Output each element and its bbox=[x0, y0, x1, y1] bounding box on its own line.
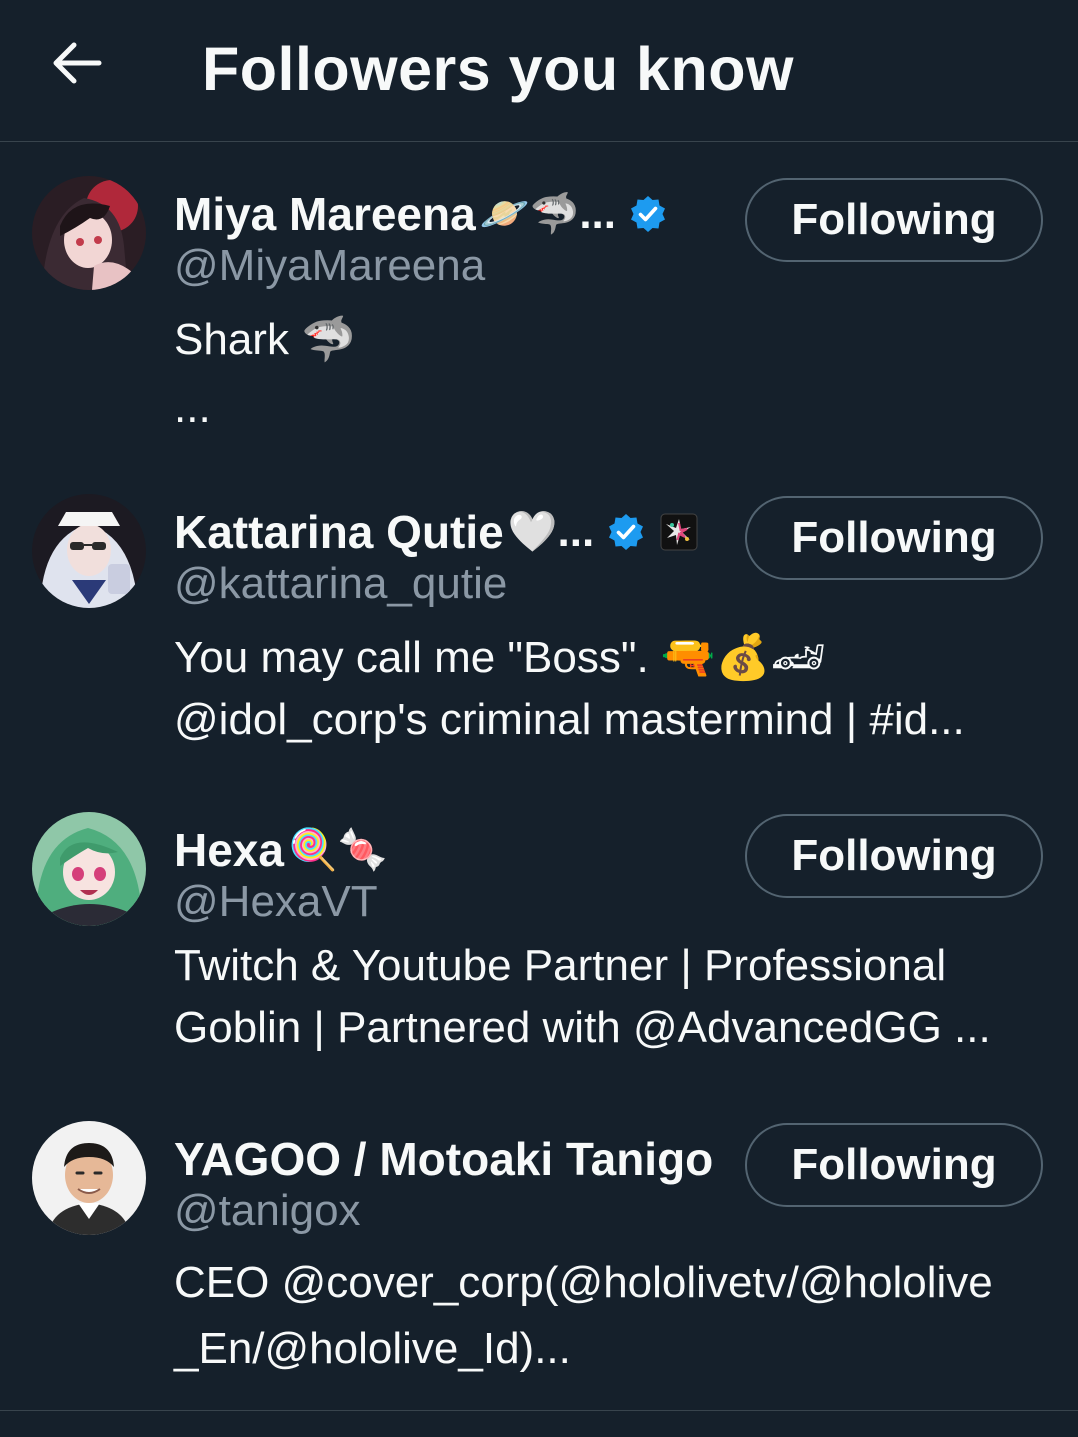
name-truncation: ... bbox=[557, 507, 595, 556]
display-name[interactable]: Hexa bbox=[174, 822, 284, 878]
name-line[interactable]: Hexa 🍭🍬 bbox=[174, 822, 388, 878]
bio-line-2: ... bbox=[174, 383, 211, 432]
bio-line-2: @idol_corp's criminal mastermind | #id..… bbox=[174, 695, 965, 744]
name-emoji: 🍭🍬 bbox=[287, 827, 388, 873]
bio-line-1: CEO @cover_corp(@hololivetv/@hololive bbox=[174, 1258, 993, 1307]
name-line[interactable]: Kattarina Qutie 🤍 ... bbox=[174, 504, 698, 560]
display-name[interactable]: YAGOO / Motoaki Tanigo bbox=[174, 1131, 713, 1187]
back-button[interactable] bbox=[38, 26, 116, 104]
following-button[interactable]: Following bbox=[745, 814, 1043, 898]
display-name[interactable]: Miya Mareena bbox=[174, 186, 476, 242]
avatar[interactable] bbox=[32, 812, 146, 926]
bio-line-2: Goblin | Partnered with @AdvancedGG ... bbox=[174, 1003, 991, 1052]
display-name[interactable]: Kattarina Qutie bbox=[174, 504, 504, 560]
user-handle: @HexaVT bbox=[174, 877, 378, 926]
user-handle: @tanigox bbox=[174, 1186, 361, 1235]
verified-badge-icon bbox=[606, 512, 646, 552]
top-bar: Followers you know bbox=[0, 0, 1078, 142]
name-truncation: ... bbox=[579, 189, 616, 238]
avatar[interactable] bbox=[32, 176, 146, 290]
bio-line-1: Shark 🦈 bbox=[174, 315, 356, 364]
name-emoji: 🪐🦈 bbox=[479, 191, 580, 237]
arrow-left-icon bbox=[52, 41, 102, 90]
bio-line-2: _En/@hololive_Id)... bbox=[174, 1324, 571, 1373]
bio-line-1: Twitch & Youtube Partner | Professional bbox=[174, 941, 947, 990]
name-emoji: 🤍 bbox=[507, 509, 558, 555]
user-cell[interactable]: Hexa 🍭🍬 @HexaVT Twitch & Youtube Partner… bbox=[0, 778, 1078, 1088]
verified-badge-icon bbox=[628, 194, 668, 234]
idol-corp-badge-icon[interactable] bbox=[660, 513, 698, 551]
following-button[interactable]: Following bbox=[745, 178, 1043, 262]
user-handle: @kattarina_qutie bbox=[174, 559, 508, 608]
following-button[interactable]: Following bbox=[745, 1123, 1043, 1207]
user-cell[interactable]: YAGOO / Motoaki Tanigo @tanigox CEO @cov… bbox=[0, 1087, 1078, 1407]
page-title: Followers you know bbox=[202, 35, 794, 103]
bio-line-1: You may call me "Boss". 🔫💰🏎 bbox=[174, 633, 827, 682]
name-line[interactable]: YAGOO / Motoaki Tanigo bbox=[174, 1131, 713, 1187]
name-line[interactable]: Miya Mareena 🪐🦈 ... bbox=[174, 186, 668, 242]
user-handle: @MiyaMareena bbox=[174, 241, 486, 290]
user-cell[interactable]: Miya Mareena 🪐🦈 ... @MiyaMareena Shark 🦈… bbox=[0, 142, 1078, 462]
user-cell[interactable]: Kattarina Qutie 🤍 ... @kattarina_qutie Y… bbox=[0, 460, 1078, 780]
avatar[interactable] bbox=[32, 1121, 146, 1235]
following-button[interactable]: Following bbox=[745, 496, 1043, 580]
avatar[interactable] bbox=[32, 494, 146, 608]
divider bbox=[0, 1410, 1078, 1411]
